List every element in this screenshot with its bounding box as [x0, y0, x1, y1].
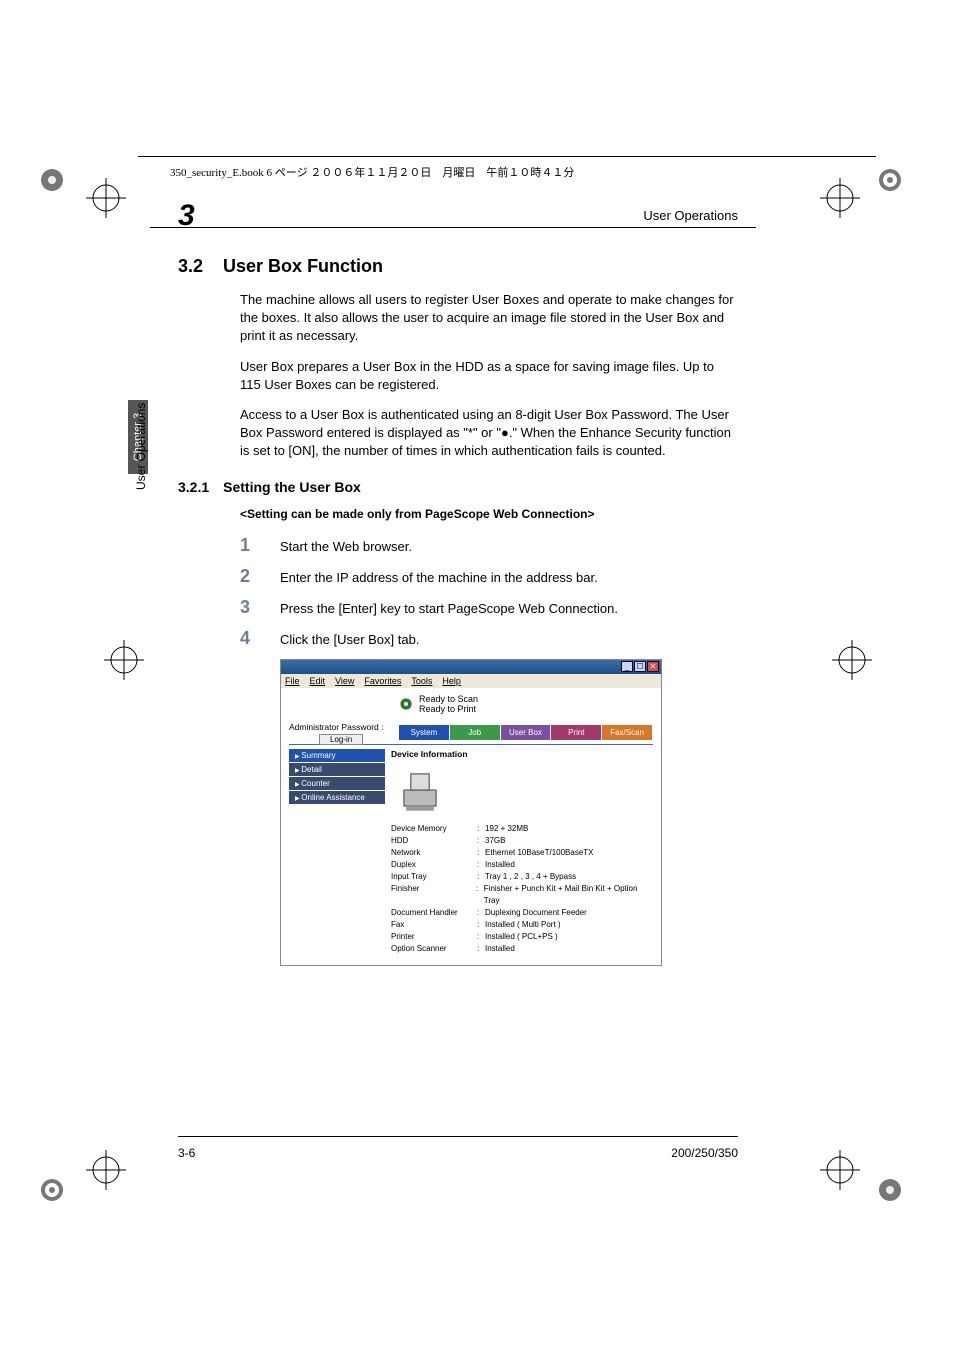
chapter-number: 3 [178, 199, 195, 233]
tab-system[interactable]: System [399, 725, 450, 740]
subsection-number: 3.2.1 [178, 479, 209, 495]
info-row: Device Memory:192 + 32MB [391, 823, 653, 835]
step-row: 2 Enter the IP address of the machine in… [240, 566, 738, 587]
info-row: HDD:37GB [391, 835, 653, 847]
register-target-bottom-left [86, 1150, 126, 1190]
info-row: Option Scanner:Installed [391, 943, 653, 955]
nav-online-assist[interactable]: Online Assistance [289, 791, 385, 804]
browser-menubar: File Edit View Favorites Tools Help [281, 674, 661, 688]
panel-title: Device Information [391, 749, 653, 759]
device-status: Ready to Scan Ready to Print [289, 694, 653, 714]
subsection-title: Setting the User Box [223, 479, 361, 495]
footer-page-num: 3-6 [178, 1146, 195, 1160]
embedded-screenshot: _ ☐ ✕ File Edit View Favorites Tools Hel… [280, 659, 662, 966]
step-number: 2 [240, 566, 254, 587]
footer-model: 200/250/350 [671, 1146, 738, 1160]
info-key: Printer [391, 931, 477, 943]
step-text: Enter the IP address of the machine in t… [280, 570, 598, 585]
menu-file[interactable]: File [285, 676, 300, 686]
tab-userbox[interactable]: User Box [501, 725, 552, 740]
info-key: Option Scanner [391, 943, 477, 955]
info-key: Network [391, 847, 477, 859]
info-key: Document Handler [391, 907, 477, 919]
info-row: Printer:Installed ( PCL+PS ) [391, 931, 653, 943]
nav-detail[interactable]: Detail [289, 763, 385, 776]
register-target-top-right [820, 178, 860, 218]
step-number: 1 [240, 535, 254, 556]
info-value: 192 + 32MB [485, 823, 528, 835]
step-row: 3 Press the [Enter] key to start PageSco… [240, 597, 738, 618]
menu-help[interactable]: Help [442, 676, 461, 686]
device-icon [397, 767, 443, 813]
menu-view[interactable]: View [335, 676, 354, 686]
side-nav: Summary Detail Counter Online Assistance [289, 749, 385, 955]
step-row: 4 Click the [User Box] tab. [240, 628, 738, 649]
info-value: Ethernet 10BaseT/100BaseTX [485, 847, 594, 859]
body-para: The machine allows all users to register… [240, 291, 738, 346]
page-frame: Chapter 3 User Operations 3 User Operati… [150, 200, 756, 1160]
info-value: Installed ( Multi Port ) [485, 919, 561, 931]
login-button[interactable]: Log-in [319, 734, 363, 745]
step-number: 4 [240, 628, 254, 649]
info-row: Duplex:Installed [391, 859, 653, 871]
status-print: Ready to Print [419, 704, 478, 714]
info-value: Duplexing Document Feeder [485, 907, 587, 919]
minimize-icon[interactable]: _ [621, 661, 633, 672]
body-para: User Box prepares a User Box in the HDD … [240, 358, 738, 394]
register-target-top-left [86, 178, 126, 218]
step-row: 1 Start the Web browser. [240, 535, 738, 556]
page-footer: 3-6 200/250/350 [178, 1136, 738, 1160]
book-meta: 350_security_E.book 6 ページ ２００６年１１月２０日 月曜… [170, 164, 574, 180]
maximize-icon[interactable]: ☐ [634, 661, 646, 672]
info-value: Installed [485, 943, 515, 955]
window-titlebar: _ ☐ ✕ [281, 660, 661, 674]
tab-print[interactable]: Print [551, 725, 602, 740]
info-row: Document Handler:Duplexing Document Feed… [391, 907, 653, 919]
instruction-note: <Setting can be made only from PageScope… [240, 507, 738, 521]
info-key: Input Tray [391, 871, 477, 883]
menu-favorites[interactable]: Favorites [364, 676, 401, 686]
admin-password-label: Administrator Password : [289, 722, 383, 732]
tab-faxscan[interactable]: Fax/Scan [602, 725, 653, 740]
register-target-mid-left [104, 640, 144, 680]
section-title: User Box Function [223, 256, 383, 277]
info-row: Input Tray:Tray 1 , 2 , 3 , 4 + Bypass [391, 871, 653, 883]
menu-edit[interactable]: Edit [310, 676, 326, 686]
info-key: Fax [391, 919, 477, 931]
step-number: 3 [240, 597, 254, 618]
main-tabs: System Job User Box Print Fax/Scan [399, 725, 653, 740]
info-key: Device Memory [391, 823, 477, 835]
info-value: Installed ( PCL+PS ) [485, 931, 558, 943]
trim-line-top [138, 156, 876, 157]
info-key: Finisher [391, 883, 476, 907]
tab-job[interactable]: Job [450, 725, 501, 740]
step-text: Press the [Enter] key to start PageScope… [280, 601, 618, 616]
body-para: Access to a User Box is authenticated us… [240, 406, 738, 461]
scan-status-icon [399, 697, 413, 711]
close-icon[interactable]: ✕ [647, 661, 659, 672]
running-head: User Operations [643, 208, 738, 223]
info-row: Finisher:Finisher + Punch Kit + Mail Bin… [391, 883, 653, 907]
info-value: Finisher + Punch Kit + Mail Bin Kit + Op… [484, 883, 653, 907]
info-row: Network:Ethernet 10BaseT/100BaseTX [391, 847, 653, 859]
status-scan: Ready to Scan [419, 694, 478, 704]
side-label: User Operations [134, 403, 148, 490]
info-row: Fax:Installed ( Multi Port ) [391, 919, 653, 931]
subsection-heading: 3.2.1 Setting the User Box [178, 479, 738, 495]
info-value: 37GB [485, 835, 505, 847]
nav-counter[interactable]: Counter [289, 777, 385, 790]
nav-summary[interactable]: Summary [289, 749, 385, 762]
register-target-bottom-right [820, 1150, 860, 1190]
register-target-mid-right [832, 640, 872, 680]
info-key: HDD [391, 835, 477, 847]
menu-tools[interactable]: Tools [411, 676, 432, 686]
step-text: Start the Web browser. [280, 539, 412, 554]
info-key: Duplex [391, 859, 477, 871]
info-value: Installed [485, 859, 515, 871]
info-value: Tray 1 , 2 , 3 , 4 + Bypass [485, 871, 576, 883]
step-text: Click the [User Box] tab. [280, 632, 419, 647]
section-heading: 3.2 User Box Function [178, 256, 738, 277]
section-number: 3.2 [178, 256, 203, 277]
page-header: 3 User Operations [150, 200, 756, 228]
